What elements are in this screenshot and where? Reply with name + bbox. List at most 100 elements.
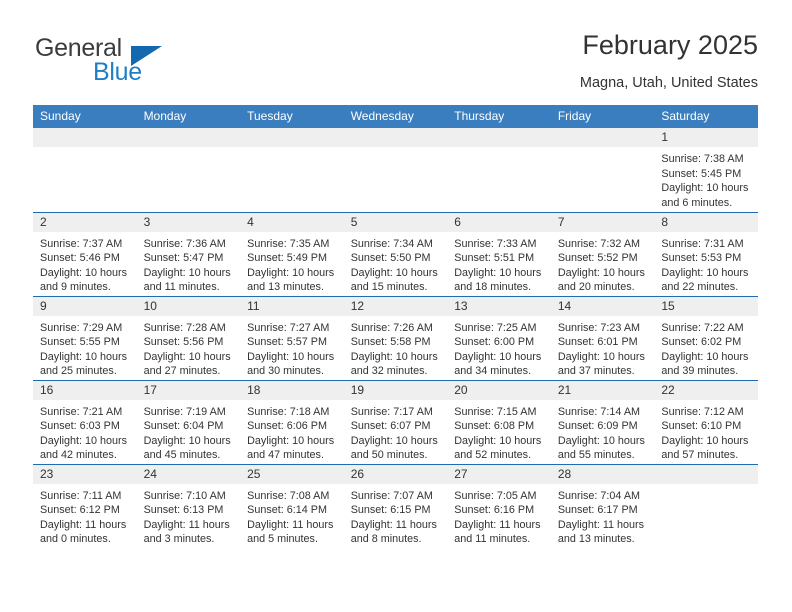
- day-number: 3: [136, 212, 241, 232]
- day-number: 20: [447, 380, 551, 400]
- daylight-text: Daylight: 11 hours and 8 minutes.: [350, 518, 437, 546]
- calendar-day-cell[interactable]: 7 Sunrise: 7:32 AM Sunset: 5:52 PM Daylight…: [550, 211, 655, 296]
- sunset-text: Sunset: 6:01 PM: [557, 336, 638, 349]
- calendar-day-cell-empty: [33, 128, 137, 212]
- calendar-day-cell[interactable]: 20 Sunrise: 7:15 AM Sunset: 6:08 PM Dayligh…: [447, 379, 551, 464]
- sunrise-text: Sunrise: 7:04 AM: [557, 489, 641, 502]
- title-block: February 2025 Magna, Utah, United States: [580, 28, 758, 94]
- day-details: Sunrise: 7:27 AM Sunset: 5:57 PM Daylight:…: [240, 316, 344, 379]
- day-number: [343, 128, 448, 147]
- daylight-text: Daylight: 11 hours and 5 minutes.: [247, 518, 334, 546]
- sunrise-text: Sunrise: 7:31 AM: [661, 237, 744, 250]
- empty-cell-body: [344, 147, 448, 207]
- day-details: Sunrise: 7:14 AM Sunset: 6:09 PM Daylight:…: [551, 400, 655, 463]
- calendar-day-cell[interactable]: 2 Sunrise: 7:37 AM Sunset: 5:46 PM Daylight…: [33, 211, 137, 296]
- calendar-day-cell[interactable]: 18 Sunrise: 7:18 AM Sunset: 6:06 PM Dayligh…: [240, 379, 344, 464]
- sunrise-text: Sunrise: 7:26 AM: [350, 321, 433, 334]
- calendar-day-cell[interactable]: 28 Sunrise: 7:04 AM Sunset: 6:17 PM Dayligh…: [550, 463, 655, 548]
- calendar-day-cell[interactable]: 3 Sunrise: 7:36 AM Sunset: 5:47 PM Daylight…: [136, 211, 241, 296]
- day-details: Sunrise: 7:18 AM Sunset: 6:06 PM Daylight:…: [240, 400, 344, 463]
- calendar-day-cell[interactable]: 4 Sunrise: 7:35 AM Sunset: 5:49 PM Daylight…: [240, 211, 344, 296]
- day-number: 21: [550, 380, 655, 400]
- sunset-text: Sunset: 6:08 PM: [454, 420, 535, 433]
- day-number: [33, 128, 137, 147]
- calendar-day-cell-empty: [240, 128, 344, 212]
- daylight-text: Daylight: 10 hours and 50 minutes.: [350, 434, 438, 462]
- calendar-day-cell[interactable]: 17 Sunrise: 7:19 AM Sunset: 6:04 PM Dayligh…: [136, 379, 241, 464]
- calendar-day-cell[interactable]: 6 Sunrise: 7:33 AM Sunset: 5:51 PM Daylight…: [447, 211, 551, 296]
- daylight-text: Daylight: 10 hours and 6 minutes.: [661, 182, 749, 209]
- calendar-day-cell[interactable]: 22 Sunrise: 7:12 AM Sunset: 6:10 PM Dayligh…: [654, 379, 758, 464]
- day-details: Sunrise: 7:19 AM Sunset: 6:04 PM Daylight:…: [137, 400, 241, 463]
- day-number: [136, 128, 241, 147]
- day-number: 10: [136, 296, 241, 316]
- calendar-day-cell[interactable]: 26 Sunrise: 7:07 AM Sunset: 6:15 PM Dayligh…: [343, 463, 448, 548]
- calendar-day-cell[interactable]: 16 Sunrise: 7:21 AM Sunset: 6:03 PM Dayligh…: [33, 379, 137, 464]
- daylight-text: Daylight: 11 hours and 3 minutes.: [143, 518, 230, 546]
- calendar-day-cell[interactable]: 1 Sunrise: 7:38 AM Sunset: 5:45 PM Daylight…: [654, 128, 758, 212]
- day-details: Sunrise: 7:22 AM Sunset: 6:02 PM Daylight:…: [654, 316, 758, 379]
- day-number: [550, 128, 655, 147]
- calendar-week-row: 23 Sunrise: 7:11 AM Sunset: 6:12 PM Dayligh…: [33, 463, 758, 548]
- sunset-text: Sunset: 5:49 PM: [247, 252, 327, 265]
- calendar-table: Sunday Monday Tuesday Wednesday Thursday…: [33, 105, 758, 548]
- general-blue-logo: General Blue: [33, 34, 253, 92]
- sunset-text: Sunset: 6:17 PM: [557, 504, 638, 517]
- calendar-day-cell[interactable]: 13 Sunrise: 7:25 AM Sunset: 6:00 PM Dayligh…: [447, 295, 551, 380]
- calendar-day-cell[interactable]: 21 Sunrise: 7:14 AM Sunset: 6:09 PM Dayligh…: [550, 379, 655, 464]
- sunset-text: Sunset: 6:04 PM: [143, 420, 224, 433]
- weekday-header-tuesday: Tuesday: [240, 105, 344, 128]
- daylight-text: Daylight: 10 hours and 15 minutes.: [350, 266, 438, 294]
- sunrise-text: Sunrise: 7:05 AM: [454, 489, 537, 502]
- calendar-day-cell[interactable]: 15 Sunrise: 7:22 AM Sunset: 6:02 PM Dayligh…: [654, 295, 758, 380]
- daylight-text: Daylight: 10 hours and 45 minutes.: [143, 434, 231, 462]
- day-number: 2: [33, 212, 137, 232]
- calendar-day-cell[interactable]: 14 Sunrise: 7:23 AM Sunset: 6:01 PM Dayligh…: [550, 295, 655, 380]
- sunrise-text: Sunrise: 7:15 AM: [454, 405, 537, 418]
- empty-cell-body: [33, 147, 137, 207]
- calendar-day-cell[interactable]: 9 Sunrise: 7:29 AM Sunset: 5:55 PM Daylight…: [33, 295, 137, 380]
- daylight-text: Daylight: 10 hours and 57 minutes.: [661, 434, 749, 462]
- daylight-text: Daylight: 10 hours and 39 minutes.: [661, 350, 749, 378]
- sunrise-text: Sunrise: 7:32 AM: [557, 237, 641, 250]
- empty-cell-body: [240, 147, 344, 207]
- day-details: Sunrise: 7:33 AM Sunset: 5:51 PM Daylight:…: [447, 232, 551, 295]
- sunrise-text: Sunrise: 7:07 AM: [350, 489, 433, 502]
- calendar-page: General Blue February 2025 Magna, Utah, …: [0, 0, 792, 612]
- day-details: Sunrise: 7:08 AM Sunset: 6:14 PM Daylight:…: [240, 484, 344, 547]
- calendar-day-cell[interactable]: 12 Sunrise: 7:26 AM Sunset: 5:58 PM Dayligh…: [343, 295, 448, 380]
- day-number: 26: [343, 464, 448, 484]
- day-number: 18: [240, 380, 344, 400]
- calendar-day-cell[interactable]: 10 Sunrise: 7:28 AM Sunset: 5:56 PM Dayligh…: [136, 295, 241, 380]
- calendar-day-cell[interactable]: 19 Sunrise: 7:17 AM Sunset: 6:07 PM Dayligh…: [343, 379, 448, 464]
- calendar-day-cell[interactable]: 8 Sunrise: 7:31 AM Sunset: 5:53 PM Daylight…: [654, 211, 758, 296]
- day-details: Sunrise: 7:34 AM Sunset: 5:50 PM Daylight:…: [344, 232, 448, 295]
- calendar-day-cell[interactable]: 25 Sunrise: 7:08 AM Sunset: 6:14 PM Dayligh…: [240, 463, 344, 548]
- calendar-day-cell[interactable]: 24 Sunrise: 7:10 AM Sunset: 6:13 PM Dayligh…: [136, 463, 241, 548]
- weekday-header-friday: Friday: [550, 105, 655, 128]
- calendar-day-cell[interactable]: 23 Sunrise: 7:11 AM Sunset: 6:12 PM Dayligh…: [33, 463, 137, 548]
- empty-cell-body: [551, 147, 655, 207]
- weekday-header-sunday: Sunday: [33, 105, 137, 128]
- sunset-text: Sunset: 5:45 PM: [661, 167, 742, 180]
- sunset-text: Sunset: 5:46 PM: [40, 252, 120, 265]
- calendar-day-cell[interactable]: 5 Sunrise: 7:34 AM Sunset: 5:50 PM Daylight…: [343, 211, 448, 296]
- day-details: Sunrise: 7:07 AM Sunset: 6:15 PM Daylight:…: [344, 484, 448, 547]
- day-details: Sunrise: 7:04 AM Sunset: 6:17 PM Daylight:…: [551, 484, 655, 547]
- weekday-header-saturday: Saturday: [654, 105, 758, 128]
- sunset-text: Sunset: 5:58 PM: [350, 336, 431, 349]
- sunrise-text: Sunrise: 7:18 AM: [247, 405, 330, 418]
- day-details: Sunrise: 7:32 AM Sunset: 5:52 PM Daylight:…: [551, 232, 655, 295]
- day-details: Sunrise: 7:17 AM Sunset: 6:07 PM Daylight:…: [344, 400, 448, 463]
- sunrise-text: Sunrise: 7:10 AM: [143, 489, 226, 502]
- sunrise-text: Sunrise: 7:37 AM: [40, 237, 123, 250]
- day-details: Sunrise: 7:35 AM Sunset: 5:49 PM Daylight:…: [240, 232, 344, 295]
- calendar-day-cell[interactable]: 11 Sunrise: 7:27 AM Sunset: 5:57 PM Dayligh…: [240, 295, 344, 380]
- day-details: Sunrise: 7:38 AM Sunset: 5:45 PM Daylight:…: [654, 147, 758, 210]
- calendar-day-cell[interactable]: 27 Sunrise: 7:05 AM Sunset: 6:16 PM Dayligh…: [447, 463, 551, 548]
- sunset-text: Sunset: 6:10 PM: [661, 420, 742, 433]
- weekday-header-monday: Monday: [136, 105, 241, 128]
- day-number: 25: [240, 464, 344, 484]
- daylight-text: Daylight: 10 hours and 52 minutes.: [454, 434, 542, 462]
- sunset-text: Sunset: 6:07 PM: [350, 420, 431, 433]
